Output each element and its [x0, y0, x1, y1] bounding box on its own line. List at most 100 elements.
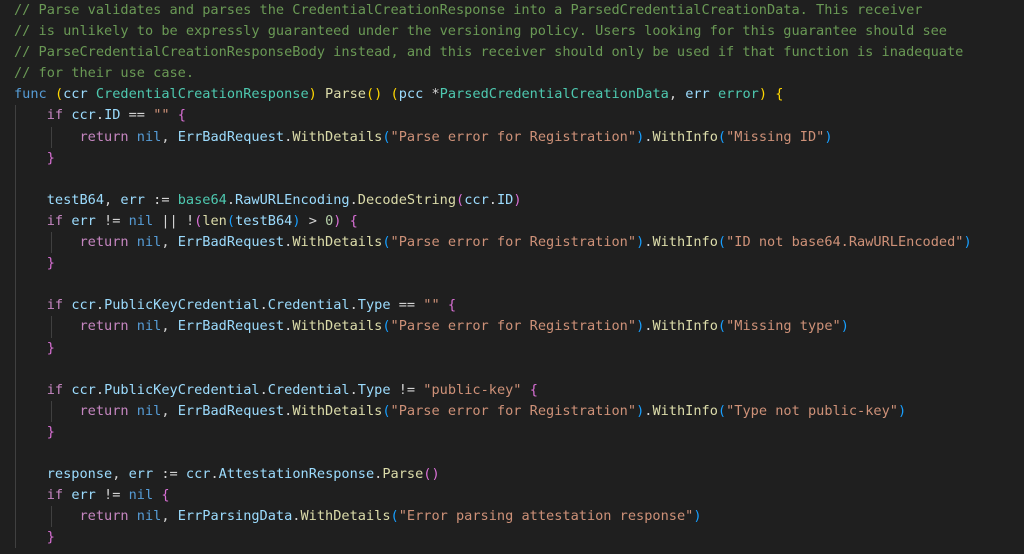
indent-guide — [15, 210, 16, 233]
code-token: . — [259, 297, 268, 314]
code-token: := — [144, 191, 178, 208]
code-line[interactable] — [0, 168, 1024, 190]
code-line[interactable]: // Parse validates and parses the Creden… — [0, 0, 1024, 21]
code-token: WithInfo — [652, 128, 718, 145]
code-line[interactable]: func (ccr CredentialCreationResponse) Pa… — [0, 84, 1024, 105]
indent-guide — [15, 253, 16, 275]
code-token: ( — [456, 191, 465, 208]
code-token: pcc — [398, 86, 424, 103]
code-editor[interactable]: // Parse validates and parses the Creden… — [0, 0, 1024, 554]
code-token: , — [161, 318, 178, 335]
code-token: ErrBadRequest — [177, 234, 285, 251]
code-line[interactable] — [0, 274, 1024, 296]
indent-guide — [15, 464, 16, 486]
code-token: == — [390, 297, 424, 314]
code-token: "Parse error for Registration" — [390, 234, 637, 251]
code-line[interactable]: return nil, ErrBadRequest.WithDetails("P… — [0, 400, 1024, 422]
code-line[interactable]: return nil, ErrParsingData.WithDetails("… — [0, 506, 1024, 528]
code-token: . — [349, 381, 358, 398]
code-token: response — [46, 466, 113, 483]
code-token: ( — [382, 234, 391, 251]
code-token: ( — [717, 128, 727, 145]
code-token: ccr — [464, 191, 489, 208]
code-token: . — [210, 466, 219, 483]
code-token: () — [423, 466, 440, 483]
code-line[interactable]: } — [0, 421, 1024, 443]
code-line[interactable]: } — [0, 253, 1024, 275]
code-token: . — [226, 191, 236, 208]
code-token: != — [95, 212, 129, 229]
indent-guide — [15, 316, 16, 338]
code-token: { — [349, 212, 358, 229]
code-line[interactable]: testB64, err := base64.RawURLEncoding.De… — [0, 189, 1024, 211]
code-token: ccr — [63, 86, 88, 103]
code-token: ( — [382, 318, 391, 335]
code-token: DecodeString — [357, 191, 457, 208]
indent-guide — [15, 232, 16, 254]
indent-guide — [15, 274, 16, 296]
code-line[interactable]: if err != nil { — [0, 485, 1024, 507]
indent-guide — [15, 421, 16, 443]
code-token: err — [71, 487, 96, 504]
code-line[interactable]: return nil, ErrBadRequest.WithDetails("P… — [0, 316, 1024, 338]
code-token: ccr — [71, 297, 96, 314]
code-token: nil — [136, 128, 162, 145]
code-token: ) — [758, 86, 768, 103]
code-line[interactable]: return nil, ErrBadRequest.WithDetails("P… — [0, 126, 1024, 148]
code-token: == — [120, 107, 154, 124]
code-token: . — [488, 191, 497, 208]
code-token: "ID not base64.RawURLEncoded" — [726, 234, 964, 251]
code-token: err — [685, 86, 710, 103]
indent-guide — [15, 189, 16, 211]
code-token: Type — [357, 381, 391, 398]
code-token: nil — [136, 318, 162, 335]
code-line[interactable]: if err != nil || !(len(testB64) > 0) { — [0, 210, 1024, 233]
code-token: RawURLEncoding — [235, 191, 350, 208]
code-token: nil — [128, 487, 154, 504]
code-token: ( — [717, 234, 727, 251]
code-token: . — [95, 297, 105, 314]
code-line[interactable]: if ccr.PublicKeyCredential.Credential.Ty… — [0, 379, 1024, 401]
code-line[interactable]: // for their use case. — [0, 63, 1024, 84]
code-token: return — [79, 318, 129, 335]
code-token: , — [161, 128, 178, 145]
indent-guide — [15, 168, 16, 190]
indent-guide — [15, 337, 16, 359]
code-token: err — [71, 212, 96, 229]
code-token: ErrBadRequest — [177, 318, 285, 335]
code-line[interactable]: // ParseCredentialCreationResponseBody i… — [0, 42, 1024, 63]
code-line[interactable] — [0, 442, 1024, 465]
code-line[interactable]: } — [0, 527, 1024, 549]
code-line[interactable]: } — [0, 337, 1024, 359]
code-line[interactable]: } — [0, 147, 1024, 169]
code-token: , — [161, 234, 178, 251]
code-line[interactable]: // is unlikely to be expressly guarantee… — [0, 21, 1024, 42]
code-line[interactable] — [0, 358, 1024, 380]
indent-guide — [15, 379, 16, 401]
code-line[interactable]: return nil, ErrBadRequest.WithDetails("P… — [0, 232, 1024, 254]
code-line[interactable]: if ccr.ID == "" { — [0, 105, 1024, 127]
code-token: "Parse error for Registration" — [390, 318, 637, 335]
code-line[interactable]: if ccr.PublicKeyCredential.Credential.Ty… — [0, 295, 1024, 317]
code-token: , — [161, 402, 178, 419]
code-token: "Missing type" — [726, 318, 841, 335]
code-line[interactable]: response, err := ccr.AttestationResponse… — [0, 464, 1024, 486]
indent-guide — [15, 485, 16, 507]
code-token: WithInfo — [652, 234, 718, 251]
code-token: ( — [390, 86, 399, 103]
